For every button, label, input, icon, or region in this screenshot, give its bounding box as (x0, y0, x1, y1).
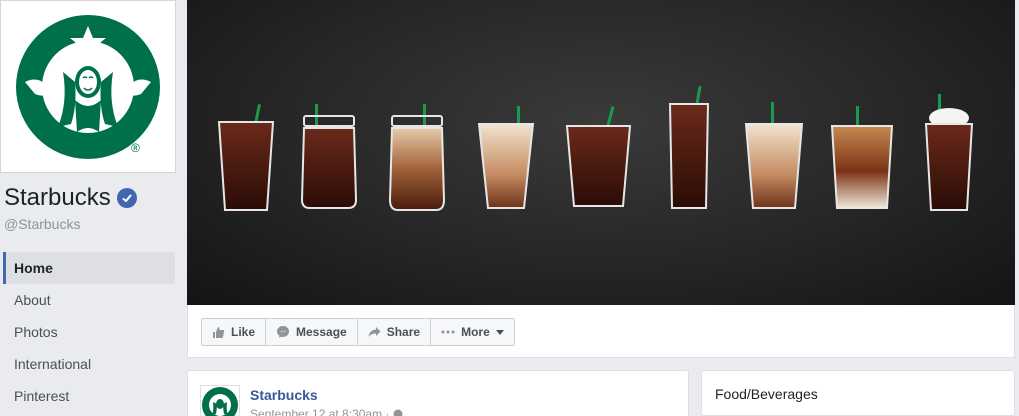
nav-item-label: Pinterest (14, 388, 70, 404)
page-category-card: Food/Beverages (701, 370, 1015, 416)
more-button[interactable]: More (430, 318, 515, 346)
globe-icon (393, 409, 403, 416)
nav-item-about[interactable]: About (3, 284, 175, 316)
page-handle[interactable]: @Starbucks (4, 216, 80, 232)
message-button[interactable]: Message (265, 318, 358, 346)
page-name[interactable]: Starbucks (4, 184, 111, 212)
share-label: Share (386, 325, 421, 339)
starbucks-logo-icon (202, 387, 238, 416)
post-date[interactable]: September 12 at 8:30am · (250, 407, 403, 416)
page-action-bar: Like Message Share More (187, 305, 1015, 358)
nav-item-home[interactable]: Home (3, 252, 175, 284)
iced-drinks-illustration (217, 85, 974, 211)
share-arrow-icon (368, 327, 381, 337)
nav-item-label: About (14, 292, 51, 308)
page-title[interactable]: Starbucks (4, 184, 137, 212)
page-category[interactable]: Food/Beverages (715, 386, 818, 402)
nav-item-label: International (14, 356, 92, 372)
page-nav: Home About Photos International Pinteres… (3, 252, 175, 412)
like-button[interactable]: Like (201, 318, 267, 346)
verified-check-icon (116, 188, 137, 208)
svg-text:®: ® (131, 141, 140, 155)
action-button-group: Like Message Share More (201, 318, 515, 346)
more-dots-icon (441, 330, 455, 334)
nav-item-label: Photos (14, 324, 58, 340)
like-label: Like (231, 325, 256, 339)
post-card: Starbucks September 12 at 8:30am · (187, 370, 689, 416)
more-label: More (461, 325, 490, 339)
thumbs-up-icon (213, 326, 225, 338)
message-label: Message (296, 325, 347, 339)
cover-photo[interactable] (187, 0, 1015, 305)
post-author[interactable]: Starbucks (250, 387, 318, 403)
messenger-icon (277, 326, 290, 338)
nav-item-pinterest[interactable]: Pinterest (3, 380, 175, 412)
nav-item-photos[interactable]: Photos (3, 316, 175, 348)
caret-down-icon (495, 329, 504, 335)
post-avatar[interactable] (200, 385, 240, 416)
post-timestamp: September 12 at 8:30am · (250, 407, 393, 416)
share-button[interactable]: Share (356, 318, 432, 346)
starbucks-logo-icon: ® (16, 14, 160, 159)
nav-item-international[interactable]: International (3, 348, 175, 380)
nav-item-label: Home (14, 260, 53, 276)
profile-picture[interactable]: ® (0, 0, 176, 173)
